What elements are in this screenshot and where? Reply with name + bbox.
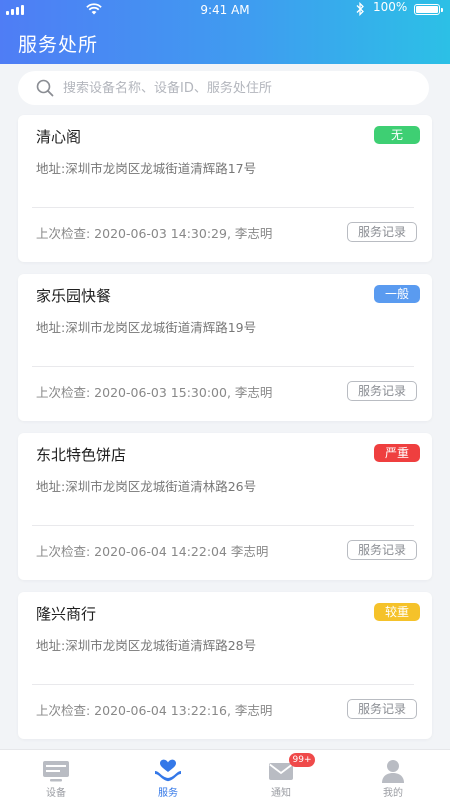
status-badge: 严重 bbox=[374, 444, 420, 462]
tab-device[interactable]: 设备 bbox=[0, 750, 112, 800]
user-icon bbox=[382, 760, 404, 783]
search-bar[interactable] bbox=[18, 71, 429, 105]
battery-icon bbox=[414, 4, 443, 15]
bluetooth-icon bbox=[356, 2, 364, 16]
last-check-info: 上次检查: 2020-06-04 14:22:04 李志明 bbox=[36, 544, 269, 559]
location-name: 家乐园快餐 bbox=[36, 287, 112, 305]
search-input[interactable] bbox=[63, 80, 403, 96]
location-address: 地址:深圳市龙岗区龙城街道清辉路28号 bbox=[36, 638, 257, 653]
tab-label: 我的 bbox=[383, 788, 403, 799]
divider bbox=[32, 525, 414, 526]
service-record-button[interactable]: 服务记录 bbox=[347, 540, 417, 560]
last-check-info: 上次检查: 2020-06-03 15:30:00, 李志明 bbox=[36, 385, 273, 400]
tab-notification[interactable]: 99+ 通知 bbox=[225, 750, 337, 800]
tab-label: 服务 bbox=[158, 788, 178, 799]
bottom-tab-bar: 设备 服务 99+ 通知 我的 bbox=[0, 749, 450, 800]
tab-me[interactable]: 我的 bbox=[337, 750, 449, 800]
location-name: 隆兴商行 bbox=[36, 605, 97, 623]
tab-label: 通知 bbox=[271, 788, 291, 799]
status-bar: 9:41 AM 100% bbox=[0, 0, 450, 20]
service-record-button[interactable]: 服务记录 bbox=[347, 381, 417, 401]
divider bbox=[32, 684, 414, 685]
search-icon bbox=[36, 79, 54, 97]
status-badge: 一般 bbox=[374, 285, 420, 303]
list-item[interactable]: 东北特色饼店 严重 地址:深圳市龙岗区龙城街道清林路26号 上次检查: 2020… bbox=[18, 433, 432, 580]
list-item[interactable]: 清心阁 无 地址:深圳市龙岗区龙城街道清辉路17号 上次检查: 2020-06-… bbox=[18, 115, 432, 262]
status-badge: 无 bbox=[374, 126, 420, 144]
list-item[interactable]: 隆兴商行 较重 地址:深圳市龙岗区龙城街道清辉路28号 上次检查: 2020-0… bbox=[18, 592, 432, 739]
location-name: 清心阁 bbox=[36, 128, 82, 146]
divider bbox=[32, 366, 414, 367]
tab-label: 设备 bbox=[46, 788, 66, 799]
list-item[interactable]: 家乐园快餐 一般 地址:深圳市龙岗区龙城街道清辉路19号 上次检查: 2020-… bbox=[18, 274, 432, 421]
page-title: 服务处所 bbox=[18, 34, 99, 56]
service-record-button[interactable]: 服务记录 bbox=[347, 699, 417, 719]
location-name: 东北特色饼店 bbox=[36, 446, 127, 464]
last-check-info: 上次检查: 2020-06-04 13:22:16, 李志明 bbox=[36, 703, 273, 718]
tab-service[interactable]: 服务 bbox=[112, 750, 224, 800]
app-header: 9:41 AM 100% 服务处所 bbox=[0, 0, 450, 64]
last-check-info: 上次检查: 2020-06-03 14:30:29, 李志明 bbox=[36, 226, 273, 241]
unread-badge: 99+ bbox=[289, 753, 315, 767]
location-address: 地址:深圳市龙岗区龙城街道清林路26号 bbox=[36, 479, 257, 494]
status-badge: 较重 bbox=[374, 603, 420, 621]
service-record-button[interactable]: 服务记录 bbox=[347, 222, 417, 242]
heart-hand-icon bbox=[155, 759, 181, 782]
location-address: 地址:深圳市龙岗区龙城街道清辉路17号 bbox=[36, 161, 257, 176]
device-icon bbox=[43, 761, 69, 782]
location-address: 地址:深圳市龙岗区龙城街道清辉路19号 bbox=[36, 320, 257, 335]
divider bbox=[32, 207, 414, 208]
battery-percent: 100% bbox=[373, 0, 408, 14]
